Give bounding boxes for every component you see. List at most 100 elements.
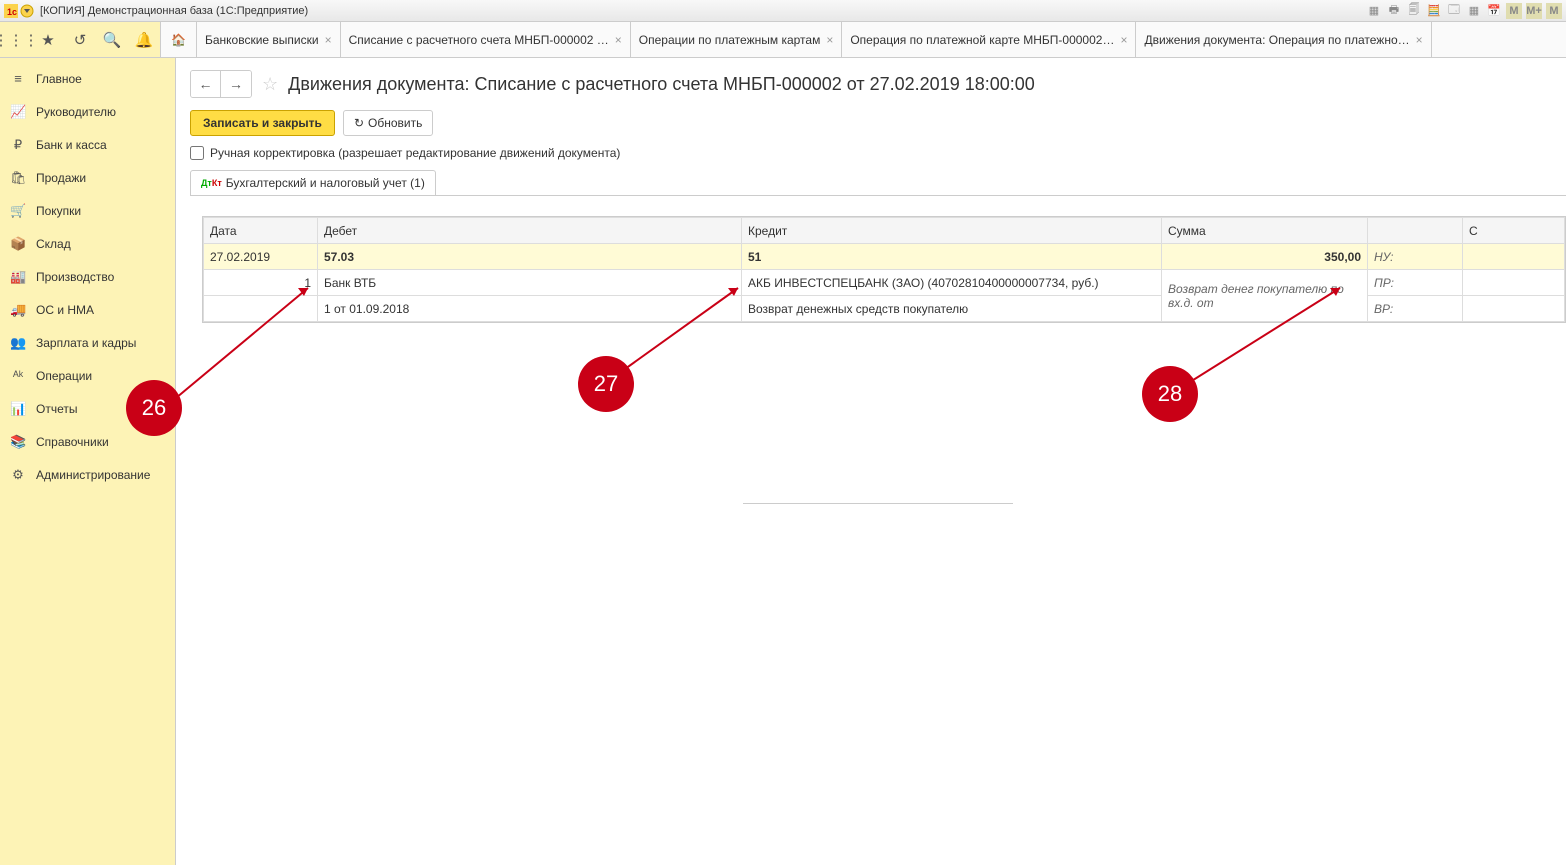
- home-icon: 🏠: [171, 33, 186, 47]
- tab-4[interactable]: Движения документа: Операция по платежно…: [1136, 22, 1431, 57]
- sidebar-item-references[interactable]: 📚 Справочники: [0, 425, 175, 458]
- favorite-icon[interactable]: ☆: [262, 74, 278, 95]
- manual-correction-checkbox[interactable]: [190, 146, 204, 160]
- table-wrap: Дата Дебет Кредит Сумма С 27.02.2019 57.…: [202, 216, 1566, 323]
- cell-credit2: Возврат денежных средств покупателю: [742, 296, 1162, 322]
- close-icon[interactable]: ×: [1416, 33, 1423, 47]
- th-sum[interactable]: Сумма: [1162, 218, 1368, 244]
- truck-icon: 🚚: [10, 302, 26, 318]
- table-row[interactable]: 1 Банк ВТБ АКБ ИНВЕСТСПЕЦБАНК (ЗАО) (407…: [204, 270, 1565, 296]
- svg-text:1c: 1c: [7, 7, 17, 17]
- icon-toolbar: ⋮⋮⋮ ★ ↺ 🔍 🔔: [0, 22, 161, 57]
- sidebar-item-label: Операции: [36, 369, 92, 383]
- cell-empty: [204, 296, 318, 322]
- ruble-icon: ₽: [10, 137, 26, 153]
- sidebar-item-label: Склад: [36, 237, 71, 251]
- sidebar: ≡Главное 📈 Руководителю ₽Банк и касса 🛍Пр…: [0, 58, 176, 865]
- tb-icon-calendar[interactable]: 📅: [1486, 3, 1502, 19]
- sidebar-item-bank[interactable]: ₽Банк и касса: [0, 128, 175, 161]
- manual-correction-label: Ручная корректировка (разрешает редактир…: [210, 146, 620, 160]
- refresh-button[interactable]: ↻ Обновить: [343, 110, 433, 136]
- sidebar-item-label: ОС и НМА: [36, 303, 94, 317]
- close-icon[interactable]: ×: [826, 33, 833, 47]
- entries-table: Дата Дебет Кредит Сумма С 27.02.2019 57.…: [203, 217, 1565, 322]
- sidebar-item-admin[interactable]: ⚙Администрирование: [0, 458, 175, 491]
- sidebar-item-reports[interactable]: 📊Отчеты: [0, 392, 175, 425]
- tb-icon-3[interactable]: 🗐: [1406, 3, 1422, 19]
- dropdown-icon[interactable]: [20, 4, 34, 18]
- sidebar-item-salary[interactable]: 👥Зарплата и кадры: [0, 326, 175, 359]
- sidebar-item-purchases[interactable]: 🛒 Покупки: [0, 194, 175, 227]
- inner-tab-label: Бухгалтерский и налоговый учет (1): [226, 176, 425, 190]
- th-ext[interactable]: [1368, 218, 1463, 244]
- tab-label: Движения документа: Операция по платежно…: [1144, 33, 1409, 47]
- back-button[interactable]: ←: [191, 71, 221, 97]
- save-close-button[interactable]: Записать и закрыть: [190, 110, 335, 136]
- tab-1[interactable]: Списание с расчетного счета МНБП-000002 …: [341, 22, 631, 57]
- sidebar-item-main[interactable]: ≡Главное: [0, 62, 175, 95]
- accounting-tab[interactable]: ДтКт Бухгалтерский и налоговый учет (1): [190, 170, 436, 195]
- divider: [743, 503, 1013, 504]
- nav-buttons: ← →: [190, 70, 252, 98]
- th-credit[interactable]: Кредит: [742, 218, 1162, 244]
- cell-credit-acc: 51: [742, 244, 1162, 270]
- tab-label: Операции по платежным картам: [639, 33, 821, 47]
- tab-home[interactable]: 🏠: [161, 22, 197, 57]
- sidebar-item-label: Руководителю: [36, 105, 116, 119]
- close-icon[interactable]: ×: [1120, 33, 1127, 47]
- sidebar-item-sales[interactable]: 🛍Продажи: [0, 161, 175, 194]
- cell-debit-acc: 57.03: [318, 244, 742, 270]
- barchart-icon: 📊: [10, 401, 26, 417]
- th-debit[interactable]: Дебет: [318, 218, 742, 244]
- sidebar-item-os[interactable]: 🚚 ОС и НМА: [0, 293, 175, 326]
- tab-label: Банковские выписки: [205, 33, 319, 47]
- tab-label: Списание с расчетного счета МНБП-000002 …: [349, 33, 609, 47]
- cell-debit2: 1 от 01.09.2018: [318, 296, 742, 322]
- main: ← → ☆ Движения документа: Списание с рас…: [176, 58, 1566, 865]
- history-icon[interactable]: ↺: [64, 22, 96, 58]
- search-icon[interactable]: 🔍: [96, 22, 128, 58]
- tb-icon-4[interactable]: 🧮: [1426, 3, 1442, 19]
- apps-icon[interactable]: ⋮⋮⋮: [0, 22, 32, 58]
- tb-icon-2[interactable]: 🖶: [1386, 3, 1402, 19]
- cell-ext1: ПР:: [1368, 270, 1463, 296]
- sidebar-item-label: Производство: [36, 270, 114, 284]
- close-icon[interactable]: ×: [615, 33, 622, 47]
- cart-icon: 🛒: [10, 203, 26, 219]
- cell-sum: 350,00: [1162, 244, 1368, 270]
- tb-badge-m[interactable]: M: [1506, 3, 1522, 19]
- header: ← → ☆ Движения документа: Списание с рас…: [190, 70, 1566, 98]
- sidebar-item-stock[interactable]: 📦Склад: [0, 227, 175, 260]
- books-icon: 📚: [10, 434, 26, 450]
- tb-icon-6[interactable]: ▦: [1466, 3, 1482, 19]
- refresh-label: Обновить: [368, 116, 422, 130]
- th-date[interactable]: Дата: [204, 218, 318, 244]
- sidebar-item-label: Покупки: [36, 204, 81, 218]
- tb-badge-m2[interactable]: M: [1546, 3, 1562, 19]
- sidebar-item-manager[interactable]: 📈 Руководителю: [0, 95, 175, 128]
- chart-icon: 📈: [10, 104, 26, 120]
- bell-icon[interactable]: 🔔: [128, 22, 160, 58]
- manual-correction-row: Ручная корректировка (разрешает редактир…: [190, 146, 1566, 160]
- menu-icon: ≡: [10, 71, 26, 86]
- titlebar-right: ▦ 🖶 🗐 🧮 🗔 ▦ 📅 M M+ M: [1366, 3, 1562, 19]
- sidebar-item-production[interactable]: 🏭Производство: [0, 260, 175, 293]
- tb-badge-mp[interactable]: M+: [1526, 3, 1542, 19]
- tab-2[interactable]: Операции по платежным картам ×: [631, 22, 843, 57]
- cell-last: [1463, 270, 1565, 296]
- th-last[interactable]: С: [1463, 218, 1565, 244]
- tab-strip: 🏠 Банковские выписки × Списание с расчет…: [161, 22, 1566, 57]
- tb-icon-1[interactable]: ▦: [1366, 3, 1382, 19]
- sidebar-item-label: Справочники: [36, 435, 109, 449]
- close-icon[interactable]: ×: [325, 33, 332, 47]
- table-row[interactable]: 27.02.2019 57.03 51 350,00 НУ:: [204, 244, 1565, 270]
- sidebar-item-operations[interactable]: ᴬᵏОперации: [0, 359, 175, 392]
- tab-3[interactable]: Операция по платежной карте МНБП-000002……: [842, 22, 1136, 57]
- tb-icon-5[interactable]: 🗔: [1446, 3, 1462, 19]
- star-icon[interactable]: ★: [32, 22, 64, 58]
- top-row: ⋮⋮⋮ ★ ↺ 🔍 🔔 🏠 Банковские выписки × Списа…: [0, 22, 1566, 58]
- sidebar-item-label: Зарплата и кадры: [36, 336, 136, 350]
- window-title: [КОПИЯ] Демонстрационная база (1С:Предпр…: [36, 5, 1366, 17]
- forward-button[interactable]: →: [221, 71, 251, 97]
- tab-0[interactable]: Банковские выписки ×: [197, 22, 341, 57]
